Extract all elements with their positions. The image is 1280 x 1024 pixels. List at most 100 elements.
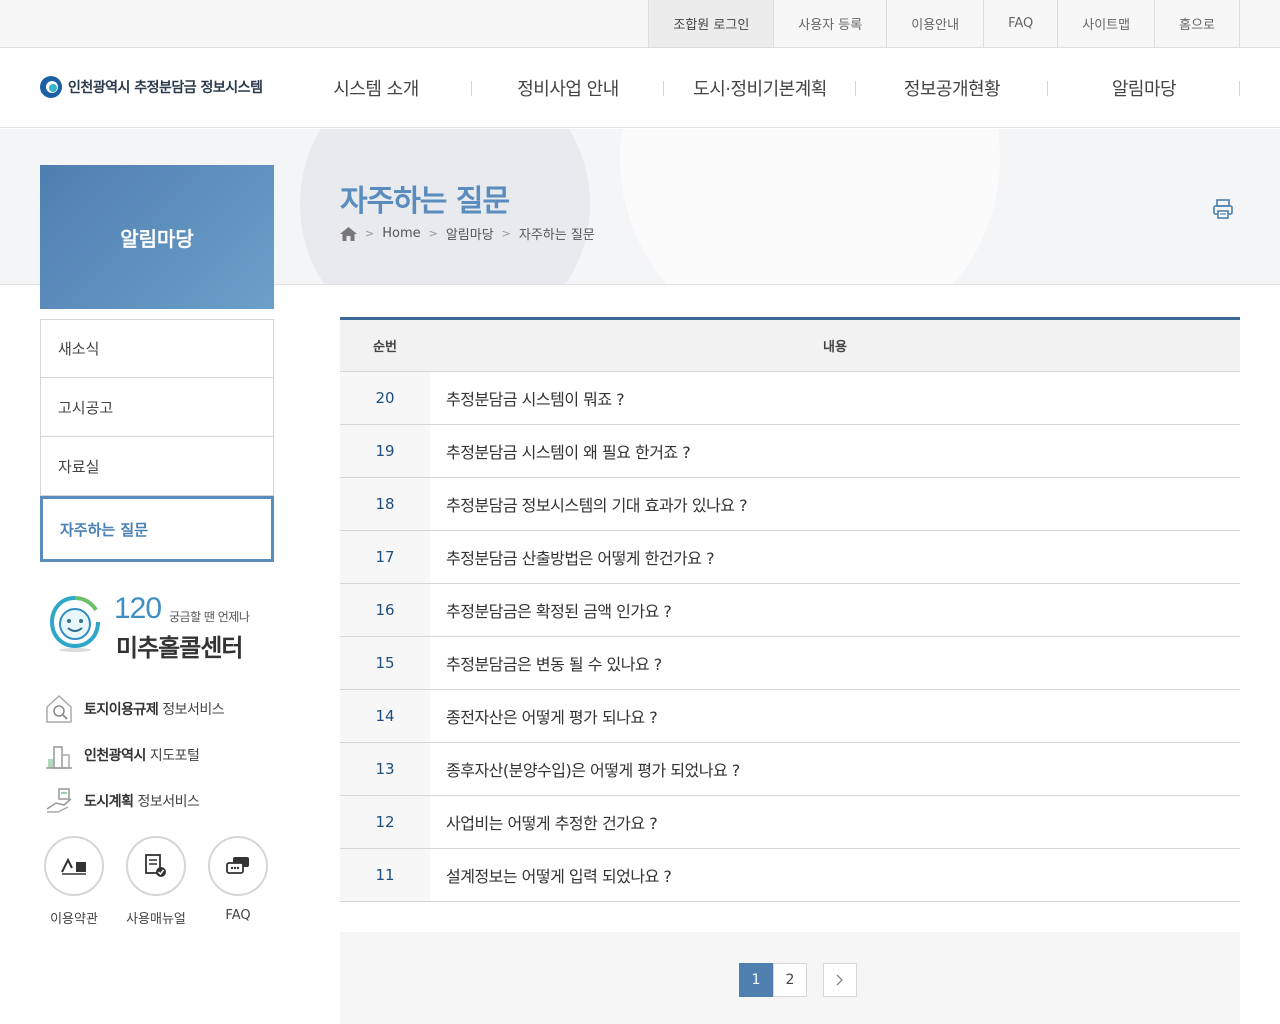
page-button-2[interactable]: 2 — [773, 963, 807, 997]
service-link-land-use[interactable]: 토지이용규제 정보서비스 — [44, 686, 284, 732]
lnb-item-archive[interactable]: 자료실 — [40, 437, 274, 496]
next-page-button[interactable] — [823, 963, 857, 997]
lnb-item-faq[interactable]: 자주하는 질문 — [40, 496, 274, 562]
table-row[interactable]: 16 추정분담금은 확정된 금액 인가요 ? — [340, 584, 1240, 637]
table-row[interactable]: 17 추정분담금 산출방법은 어떻게 한건가요 ? — [340, 531, 1240, 584]
chevron-right-icon: > — [501, 227, 511, 240]
row-number: 16 — [340, 584, 430, 636]
site-logo[interactable]: 인천광역시 추정분담금 정보시스템 — [40, 76, 263, 98]
row-title-link[interactable]: 추정분담금은 변동 될 수 있나요 ? — [430, 637, 1240, 689]
quick-link-manual[interactable]: 사용매뉴얼 — [126, 836, 186, 927]
table-row[interactable]: 19 추정분담금 시스템이 왜 필요 한거죠 ? — [340, 425, 1240, 478]
table-row[interactable]: 15 추정분담금은 변동 될 수 있나요 ? — [340, 637, 1240, 690]
smiley-mascot-icon — [49, 596, 100, 652]
chevron-right-icon: > — [365, 227, 375, 240]
service-link-city-plan-rest: 정보서비스 — [133, 794, 200, 810]
home-link[interactable]: 홈으로 — [1155, 0, 1240, 47]
chat-bubble-icon — [226, 857, 249, 874]
gnb-item-basic-plan[interactable]: 도시·정비기본계획 — [664, 48, 856, 128]
page-button-1[interactable]: 1 — [739, 963, 773, 997]
breadcrumb-notice[interactable]: 알림마당 — [446, 224, 494, 243]
row-number: 19 — [340, 425, 430, 477]
row-title-link[interactable]: 사업비는 어떻게 추정한 건가요 ? — [430, 796, 1240, 848]
quick-link-faq-label: FAQ — [225, 908, 251, 923]
table-row[interactable]: 14 종전자산은 어떻게 평가 되나요 ? — [340, 690, 1240, 743]
quick-link-terms-circle — [44, 836, 104, 896]
lnb-title: 알림마당 — [40, 165, 274, 309]
map-building-icon — [46, 746, 72, 769]
table-row[interactable]: 13 종후자산(분양수입)은 어떻게 평가 되었나요 ? — [340, 743, 1240, 796]
service-link-map-portal[interactable]: 인천광역시 지도포털 — [44, 732, 284, 778]
home-icon[interactable] — [340, 226, 357, 241]
gnb-item-system-intro[interactable]: 시스템 소개 — [280, 48, 472, 128]
row-title-link[interactable]: 종후자산(분양수입)은 어떻게 평가 되었나요 ? — [430, 743, 1240, 795]
print-icon[interactable] — [1212, 198, 1234, 220]
top-utility-bar: 조합원 로그인 사용자 등록 이용안내 FAQ 사이트맵 홈으로 — [0, 0, 1280, 48]
column-header-number: 순번 — [373, 340, 397, 355]
hand-plan-icon — [46, 788, 72, 813]
service-link-map-portal-rest: 지도포털 — [145, 748, 200, 764]
lnb-item-news[interactable]: 새소식 — [40, 319, 274, 378]
pagination: 1 2 — [739, 963, 857, 997]
row-title-link[interactable]: 추정분담금 시스템이 왜 필요 한거죠 ? — [430, 425, 1240, 477]
row-number: 15 — [340, 637, 430, 689]
breadcrumb-current: 자주하는 질문 — [518, 228, 595, 243]
callcenter-banner[interactable]: 120 궁금할 땐 언제나 미추홀콜센터 — [44, 590, 284, 662]
house-search-icon — [46, 694, 72, 723]
row-title-link[interactable]: 추정분담금 산출방법은 어떻게 한건가요 ? — [430, 531, 1240, 583]
quick-link-manual-label: 사용매뉴얼 — [126, 912, 186, 927]
global-nav: 시스템 소개 정비사업 안내 도시·정비기본계획 정보공개현황 알림마당 — [280, 48, 1240, 128]
quick-link-terms[interactable]: 이용약관 — [44, 836, 104, 927]
service-links: 토지이용규제 정보서비스 인천광역시 지도포털 도시계획 정보서비스 — [44, 686, 284, 824]
sitemap-link[interactable]: 사이트맵 — [1058, 0, 1156, 47]
decorative-circle — [620, 129, 1000, 284]
row-title-link[interactable]: 추정분담금은 확정된 금액 인가요 ? — [430, 584, 1240, 636]
table-row[interactable]: 11 설계정보는 어떻게 입력 되었나요 ? — [340, 849, 1240, 902]
faq-board-table: 순번 내용 20 추정분담금 시스템이 뭐죠 ? 19 추정분담금 시스템이 왜 필… — [340, 317, 1240, 902]
gnb-item-project-guide[interactable]: 정비사업 안내 — [472, 48, 664, 128]
service-link-map-portal-bold: 인천광역시 — [84, 748, 146, 764]
row-number: 13 — [340, 743, 430, 795]
user-register-link[interactable]: 사용자 등록 — [774, 0, 888, 47]
gnb-item-notice[interactable]: 알림마당 — [1048, 48, 1240, 128]
usage-guide-link[interactable]: 이용안내 — [887, 0, 985, 47]
faq-link[interactable]: FAQ — [984, 0, 1059, 47]
table-row[interactable]: 20 추정분담금 시스템이 뭐죠 ? — [340, 372, 1240, 425]
row-number: 11 — [340, 849, 430, 901]
chevron-right-icon — [836, 974, 843, 986]
logo-text: 인천광역시 추정분담금 정보시스템 — [68, 80, 263, 96]
pagination-area: 1 2 — [340, 932, 1240, 1024]
breadcrumb-home[interactable]: Home — [382, 226, 420, 241]
row-title-link[interactable]: 종전자산은 어떻게 평가 되나요 ? — [430, 690, 1240, 742]
chevron-right-icon: > — [428, 227, 438, 240]
service-link-city-plan-bold: 도시계획 — [84, 794, 134, 810]
callcenter-tagline: 궁금할 땐 언제나 — [169, 610, 250, 624]
main-header: 인천광역시 추정분담금 정보시스템 시스템 소개 정비사업 안내 도시·정비기본… — [0, 48, 1280, 128]
row-number: 12 — [340, 796, 430, 848]
lnb-item-announcement[interactable]: 고시공고 — [40, 378, 274, 437]
row-title-link[interactable]: 추정분담금 정보시스템의 기대 효과가 있나요 ? — [430, 478, 1240, 530]
page-title: 자주하는 질문 — [340, 184, 510, 219]
quick-link-faq[interactable]: FAQ — [208, 836, 268, 927]
quick-link-manual-circle — [126, 836, 186, 896]
row-title-link[interactable]: 설계정보는 어떻게 입력 되었나요 ? — [430, 849, 1240, 901]
member-login-link[interactable]: 조합원 로그인 — [649, 0, 775, 47]
callcenter-name: 미추홀콜센터 — [116, 634, 243, 662]
row-number: 14 — [340, 690, 430, 742]
table-row[interactable]: 12 사업비는 어떻게 추정한 건가요 ? — [340, 796, 1240, 849]
incheon-logo-icon — [40, 76, 62, 98]
row-number: 17 — [340, 531, 430, 583]
table-row[interactable]: 18 추정분담금 정보시스템의 기대 효과가 있나요 ? — [340, 478, 1240, 531]
row-number: 20 — [340, 372, 430, 424]
quick-links: 이용약관 사용매뉴얼 FAQ — [44, 836, 284, 927]
row-title-link[interactable]: 추정분담금 시스템이 뭐죠 ? — [430, 372, 1240, 424]
breadcrumb: > Home > 알림마당 > 자주하는 질문 — [340, 224, 595, 243]
quick-link-faq-circle — [208, 836, 268, 896]
gnb-item-disclosure[interactable]: 정보공개현황 — [856, 48, 1048, 128]
utility-links: 조합원 로그인 사용자 등록 이용안내 FAQ 사이트맵 홈으로 — [648, 0, 1240, 48]
callcenter-number: 120 — [114, 592, 162, 625]
service-link-city-plan[interactable]: 도시계획 정보서비스 — [44, 778, 284, 824]
service-link-land-use-bold: 토지이용규제 — [84, 702, 159, 718]
row-number: 18 — [340, 478, 430, 530]
service-link-land-use-rest: 정보서비스 — [158, 702, 225, 718]
